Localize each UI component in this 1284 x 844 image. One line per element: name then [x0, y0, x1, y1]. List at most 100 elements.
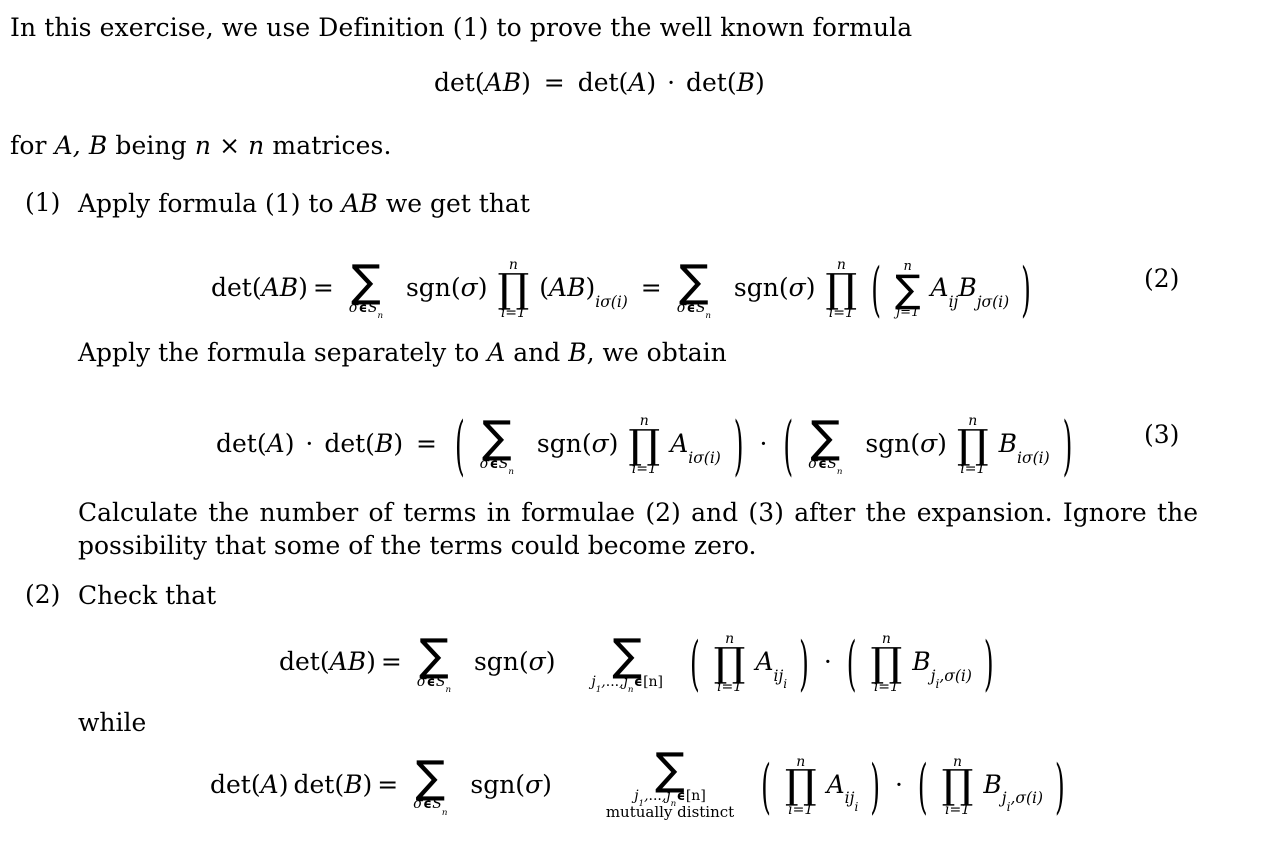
apply-separately-a: A	[487, 338, 506, 367]
cdot-2: ·	[305, 429, 314, 459]
chk1-A-subscript: iji	[773, 666, 788, 692]
sum-icon-c1: ∑	[419, 629, 449, 681]
eq3-det-a: det	[216, 429, 257, 459]
ellipsis-c1: ...	[605, 673, 620, 690]
chk2-close-paren-a: )	[870, 752, 881, 821]
sum-icon-b: ∑	[810, 411, 841, 463]
open-paren-large: (	[871, 255, 881, 324]
intro-line-2-suffix: matrices.	[264, 131, 392, 160]
eq3-B-entry: B	[998, 429, 1018, 459]
element-of-icon-2: ϵ	[686, 300, 696, 316]
j-symbol-d1: j	[634, 788, 639, 805]
chk1-open-paren-b: (	[846, 629, 857, 698]
equation-3: det(A) · det(B) = ( ∑ σϵSn sgn(σ) n ∏ i=…	[216, 407, 1077, 484]
chk1-index-limit: j1,...,jnϵ[n]	[591, 673, 664, 696]
sum-icon-3: ∑	[894, 266, 921, 311]
product-icon: ∏	[497, 265, 530, 312]
product-over-i-a: n ∏ i=1	[628, 414, 660, 477]
chk2-product-a: n ∏ i=1	[785, 755, 817, 818]
det-operator: det	[434, 68, 475, 97]
connector-while: while	[78, 708, 147, 737]
chk1-prod-b-lower: i=1	[873, 679, 899, 696]
list-item-1-prefix: Apply formula (1) to	[78, 189, 342, 218]
equation-number-3: (3)	[1144, 420, 1180, 449]
chk1-prod-a-lower: i=1	[717, 679, 743, 696]
element-of-icon-a: ϵ	[489, 456, 499, 472]
n-subscript-d2: n	[670, 799, 677, 810]
sum-over-permutations-2: ∑ σϵSn	[676, 255, 711, 320]
ellipsis-d1: ...	[648, 788, 662, 805]
intro-line-2-vars: A, B	[54, 131, 108, 160]
display-formula-det-product: det(AB) = det(A) · det(B)	[434, 68, 765, 95]
intro-line-2-mid: being	[107, 131, 195, 160]
chk2-B-entry: B	[983, 769, 1002, 799]
element-of-icon-b: ϵ	[818, 456, 827, 472]
formula-det-ab: det(AB) = det(A) · det(B)	[434, 68, 765, 97]
cdot-c1: ·	[823, 647, 832, 677]
chk1-B-subscript: ji,σ(i)	[930, 666, 972, 692]
eq2-det: det	[211, 273, 252, 303]
det-operator-3: det	[686, 68, 727, 97]
sum-icon-2: ∑	[679, 255, 709, 307]
eq3-det-b: det	[324, 429, 366, 459]
sum-icon-d1: ∑	[415, 752, 446, 804]
det-operator-2: det	[577, 68, 619, 97]
eq2-B-entry: B	[958, 273, 977, 303]
chk2-prod-b-lower: i=1	[944, 802, 971, 819]
product-icon-c1: ∏	[713, 639, 746, 686]
eq3-A-entry: A	[670, 429, 689, 459]
symmetric-group-a: S	[498, 455, 509, 472]
product-lower-limit: i=1	[500, 305, 526, 322]
eq2-b: B	[279, 273, 299, 303]
chk1-B-entry: B	[912, 647, 931, 677]
eq3-b: B	[374, 429, 394, 459]
sum-over-permutations: ∑ σϵSn	[348, 259, 383, 320]
n-subscript-2: n	[705, 311, 712, 322]
product-icon-2: ∏	[825, 265, 858, 312]
sigma-symbol-c1: σ	[416, 673, 427, 690]
chk2-B-subscript: ji,σ(i)	[1001, 789, 1044, 815]
closing-paragraph: Calculate the number of terms in formula…	[78, 498, 1198, 560]
intro-line-1-text: In this exercise, we use Definition (1) …	[10, 13, 913, 42]
intro-line-2: for A, B being n × n matrices.	[10, 130, 392, 162]
chk2-det-a: det	[210, 769, 251, 799]
equation-number-2: (2)	[1144, 264, 1180, 293]
symmetric-group-d1: S	[432, 796, 442, 813]
eq3-sgn-b: sgn	[865, 429, 911, 459]
sigma-symbol-2: σ	[676, 299, 687, 316]
sum-icon-d2: ∑	[655, 744, 685, 795]
product-icon-b: ∏	[956, 421, 989, 468]
list-item-2-text: Check that	[78, 581, 217, 610]
cdot-3: ·	[759, 429, 768, 459]
chk2-sigma: σ	[525, 769, 543, 799]
eq2-sgn: sgn	[405, 273, 451, 303]
eq2-a: A	[261, 273, 280, 303]
chk1-product-b: n ∏ i=1	[870, 632, 902, 695]
intro-line-2-dims: n × n	[194, 131, 265, 160]
sum-over-permutations-b: ∑ σϵSn	[808, 411, 842, 476]
chk2-b: B	[344, 769, 363, 799]
bracket-n-d1: [n]	[685, 788, 706, 805]
chk2-sgn: sgn	[470, 769, 516, 799]
chk2-index-limit: j1,...,jnϵ[n] mutually distinct	[606, 789, 734, 821]
matrix-b: B	[502, 68, 522, 97]
eq2-B-subscript: jσ(i)	[976, 292, 1010, 311]
eq3-sigma-b: σ	[920, 429, 938, 459]
close-paren-group-b: )	[1062, 407, 1073, 484]
chk2-open-paren-b: (	[917, 752, 928, 821]
chk2-product-b: n ∏ i=1	[942, 755, 974, 818]
matrix-a: A	[484, 68, 503, 97]
matrix-b-2: B	[736, 68, 755, 97]
mutually-distinct-condition: mutually distinct	[605, 803, 735, 822]
chk2-sum-limit: σϵSn	[413, 796, 447, 817]
apply-separately-mid: and	[505, 338, 569, 367]
chk1-b: B	[347, 647, 367, 677]
equation-3-body: det(A) · det(B) = ( ∑ σϵSn sgn(σ) n ∏ i=…	[216, 407, 1073, 484]
sigma-symbol-b: σ	[808, 455, 818, 472]
eq3-sigma-a: σ	[591, 429, 609, 459]
sigma-symbol: σ	[348, 299, 359, 316]
list-item-1-math: AB	[341, 189, 378, 218]
eq3-a: A	[266, 429, 285, 459]
symmetric-group-2: S	[695, 299, 706, 316]
product-icon-d2: ∏	[941, 762, 974, 809]
